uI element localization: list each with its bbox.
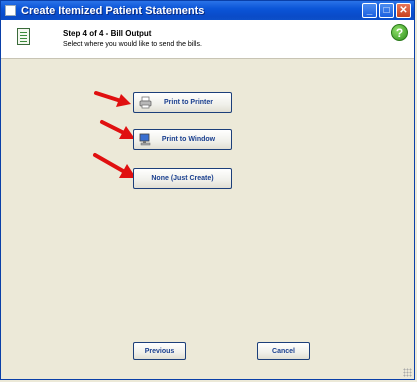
app-icon — [5, 5, 16, 16]
help-icon[interactable]: ? — [391, 24, 408, 41]
document-icon — [17, 28, 30, 45]
previous-button[interactable]: Previous — [133, 342, 186, 360]
print-to-window-button[interactable]: Print to Window — [133, 129, 232, 150]
title-bar[interactable]: Create Itemized Patient Statements _ □ ✕ — [1, 1, 414, 20]
dialog-window: Create Itemized Patient Statements _ □ ✕… — [0, 0, 415, 380]
printer-icon — [139, 96, 152, 109]
monitor-icon — [139, 133, 151, 146]
annotation-arrow-window — [100, 120, 135, 139]
resize-grip[interactable] — [403, 368, 412, 377]
cancel-button[interactable]: Cancel — [257, 342, 310, 360]
close-button[interactable]: ✕ — [396, 3, 411, 18]
print-to-printer-label: Print to Printer — [163, 99, 213, 106]
print-to-window-label: Print to Window — [161, 136, 216, 143]
window-title: Create Itemized Patient Statements — [21, 4, 205, 17]
print-to-printer-button[interactable]: Print to Printer — [133, 92, 232, 113]
annotation-arrow-none — [93, 153, 136, 178]
previous-label: Previous — [144, 347, 175, 355]
step-subtitle: Select where you would like to send the … — [63, 41, 202, 48]
minimize-button[interactable]: _ — [362, 3, 377, 18]
none-just-create-button[interactable]: None (Just Create) — [133, 168, 232, 189]
annotation-arrow-printer — [94, 91, 131, 107]
step-title: Step 4 of 4 - Bill Output — [63, 29, 152, 38]
wizard-header: Step 4 of 4 - Bill Output Select where y… — [1, 20, 414, 59]
maximize-button[interactable]: □ — [379, 3, 394, 18]
none-just-create-label: None (Just Create) — [151, 175, 214, 182]
cancel-label: Cancel — [272, 347, 295, 355]
